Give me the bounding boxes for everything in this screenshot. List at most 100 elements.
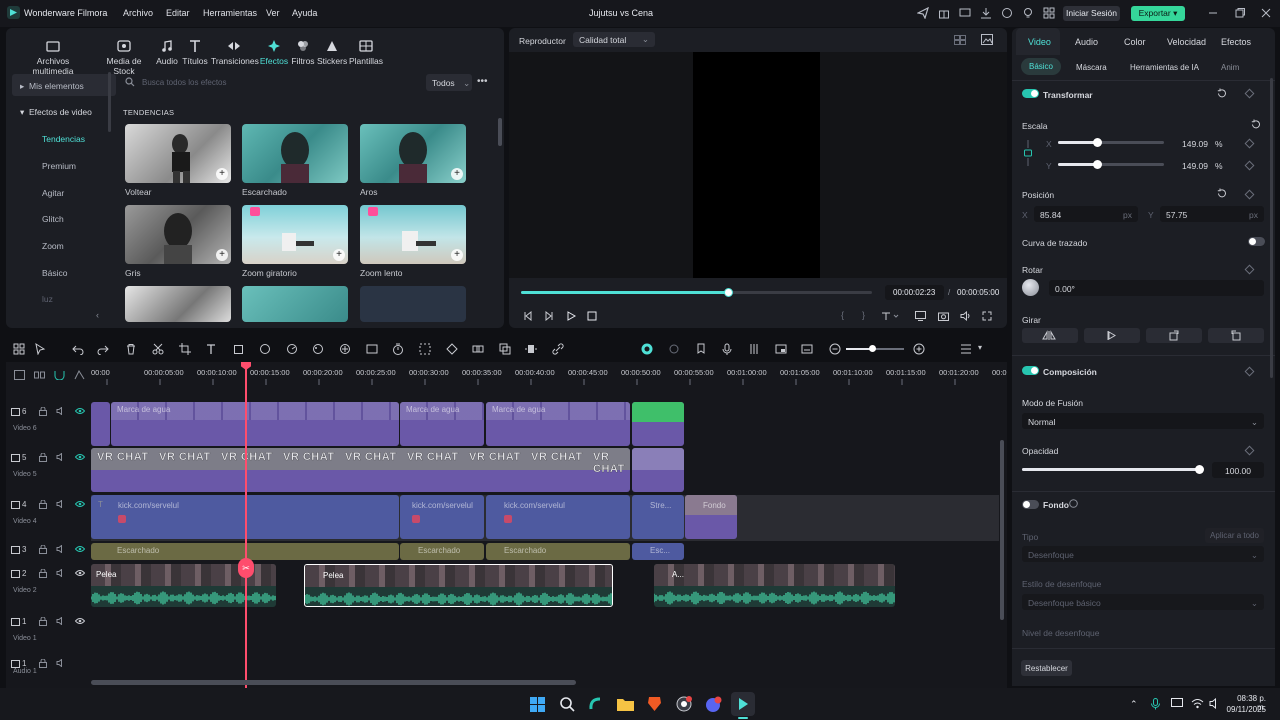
link-icon[interactable]	[56, 500, 65, 508]
add-icon[interactable]: +	[333, 249, 345, 261]
stop-icon[interactable]	[587, 311, 597, 321]
effect-thumb-row3-3[interactable]	[360, 286, 466, 322]
effect-thumb-aros[interactable]: +	[360, 124, 466, 183]
audio-mixer-icon[interactable]	[748, 343, 760, 355]
subtitle-icon[interactable]	[801, 343, 813, 355]
fullscreen-icon[interactable]	[982, 311, 992, 321]
link-icon[interactable]	[56, 453, 65, 461]
next-frame-icon[interactable]	[544, 311, 554, 321]
speed-icon[interactable]	[286, 343, 298, 355]
scale-y-value[interactable]: 149.09	[1182, 161, 1208, 171]
props-scrollbar[interactable]	[1270, 78, 1273, 378]
scale-y-slider[interactable]	[1058, 160, 1164, 169]
lock-icon[interactable]	[39, 617, 47, 626]
cloud-icon[interactable]	[1001, 7, 1013, 19]
mark-in-icon[interactable]: {	[841, 310, 844, 320]
sidebar-item-luz[interactable]: luz	[12, 294, 116, 304]
copilot-icon[interactable]	[588, 696, 604, 712]
transition-tool-icon[interactable]	[472, 343, 484, 355]
keyframe-icon[interactable]	[446, 343, 458, 355]
visibility-eye-icon[interactable]	[75, 569, 85, 577]
tab-plantillas[interactable]: Plantillas	[349, 39, 383, 66]
gift-icon[interactable]	[938, 7, 950, 19]
volume-icon[interactable]	[960, 311, 971, 321]
menu-archivo[interactable]: Archivo	[123, 8, 153, 18]
effects-scrollbar[interactable]	[498, 118, 502, 146]
flip-horizontal-button[interactable]	[1022, 328, 1078, 343]
render-menu-icon[interactable]	[881, 311, 899, 321]
rotate-ccw-button[interactable]	[1208, 328, 1264, 343]
display-icon[interactable]	[915, 311, 926, 321]
render-preview-icon[interactable]	[641, 343, 653, 355]
timeline-ruler[interactable]: 00:00 00:00:05:00 00:00:10:00 00:00:15:00 00…	[91, 362, 1007, 386]
add-icon[interactable]: +	[451, 249, 463, 261]
sidebar-item-agitar[interactable]: Agitar	[12, 188, 116, 198]
layout-icon[interactable]	[13, 343, 25, 355]
reset-icon[interactable]	[1216, 88, 1227, 99]
stabilize-icon[interactable]	[366, 343, 378, 355]
effect-thumb-gris[interactable]: +	[125, 205, 231, 264]
help-icon[interactable]	[1069, 499, 1078, 508]
color-match-icon[interactable]	[259, 343, 271, 355]
lock-icon[interactable]	[39, 569, 47, 578]
add-icon[interactable]: +	[451, 168, 463, 180]
palette-icon[interactable]	[312, 343, 324, 355]
scale-x-slider[interactable]	[1058, 138, 1164, 147]
timeline-clip-esc-short[interactable]: Esc...	[632, 543, 684, 560]
discord-icon[interactable]	[705, 696, 722, 712]
crop-icon[interactable]	[179, 343, 191, 355]
composition-toggle[interactable]	[1022, 366, 1039, 375]
position-y-input[interactable]: 57.75 px	[1160, 206, 1264, 222]
path-curve-toggle[interactable]	[1248, 237, 1265, 246]
tab-transiciones[interactable]: Transiciones	[211, 39, 259, 66]
visibility-eye-icon[interactable]	[75, 545, 85, 553]
link-track-icon[interactable]	[34, 370, 45, 380]
marker-track-icon[interactable]	[74, 370, 85, 380]
speaker-icon[interactable]	[56, 569, 65, 577]
playhead[interactable]	[245, 362, 247, 688]
more-tools-icon[interactable]: ▾	[978, 343, 990, 355]
timer-icon[interactable]	[392, 343, 404, 355]
effect-thumb-voltear[interactable]: +	[125, 124, 231, 183]
sidebar-item-efectos-de-video[interactable]: ▾ Efectos de video	[12, 107, 116, 118]
chrome-icon[interactable]	[676, 696, 692, 712]
menu-editar[interactable]: Editar	[166, 8, 190, 18]
tab-filtros[interactable]: Filtros	[290, 39, 316, 66]
menu-herramientas[interactable]: Herramientas	[203, 8, 257, 18]
timeline-clip-pelea-2-selected[interactable]: Pelea	[304, 564, 613, 607]
sidebar-item-tendencias[interactable]: Tendencias	[12, 134, 116, 144]
zoom-slider[interactable]	[846, 345, 904, 352]
filter-dropdown[interactable]: Todos ⌄	[426, 74, 472, 91]
monitor-tray-icon[interactable]	[1171, 698, 1183, 709]
add-icon[interactable]: +	[216, 249, 228, 261]
filmora-taskbar-icon[interactable]	[731, 692, 755, 716]
reset-icon[interactable]	[1216, 188, 1227, 199]
link-icon[interactable]	[1022, 138, 1034, 168]
freeze-frame-icon[interactable]	[525, 343, 537, 355]
flip-vertical-button[interactable]	[1084, 328, 1140, 343]
tab-efectos-label[interactable]: Efectos	[1221, 37, 1251, 47]
play-icon[interactable]	[566, 311, 576, 321]
select-tool-icon[interactable]	[34, 343, 46, 355]
lock-icon[interactable]	[39, 453, 47, 462]
windows-start-icon[interactable]	[530, 697, 545, 712]
camera-icon[interactable]	[938, 311, 949, 321]
subtab-basico[interactable]: Básico	[1021, 58, 1061, 75]
sidebar-scrollbar[interactable]	[108, 72, 111, 132]
timeline-clip-escarchado-3[interactable]: Escarchado	[486, 543, 630, 560]
timeline-clip-escarchado-2[interactable]: Escarchado	[400, 543, 484, 560]
timeline-clip-watermark-3[interactable]: Marca de agua	[486, 402, 630, 446]
split-icon[interactable]	[152, 343, 164, 355]
link-icon[interactable]	[56, 407, 65, 415]
reset-icon[interactable]	[1250, 119, 1261, 130]
timeline-clip-v6-start[interactable]	[91, 402, 110, 446]
progress-bar[interactable]	[521, 288, 872, 297]
apply-all-button[interactable]: Aplicar a todo	[1205, 528, 1264, 543]
subtab-animacion[interactable]: Anim	[1221, 63, 1239, 72]
opacity-slider[interactable]	[1022, 465, 1204, 474]
clock-date[interactable]: 09/11/2025	[1226, 705, 1266, 714]
timeline-clip-fondo[interactable]: Fondo	[685, 495, 737, 539]
lock-icon[interactable]	[39, 659, 47, 668]
timeline-clip-watermark-1[interactable]: Marca de agua	[111, 402, 399, 446]
effect-thumb-zoom-lento[interactable]: +	[360, 205, 466, 264]
